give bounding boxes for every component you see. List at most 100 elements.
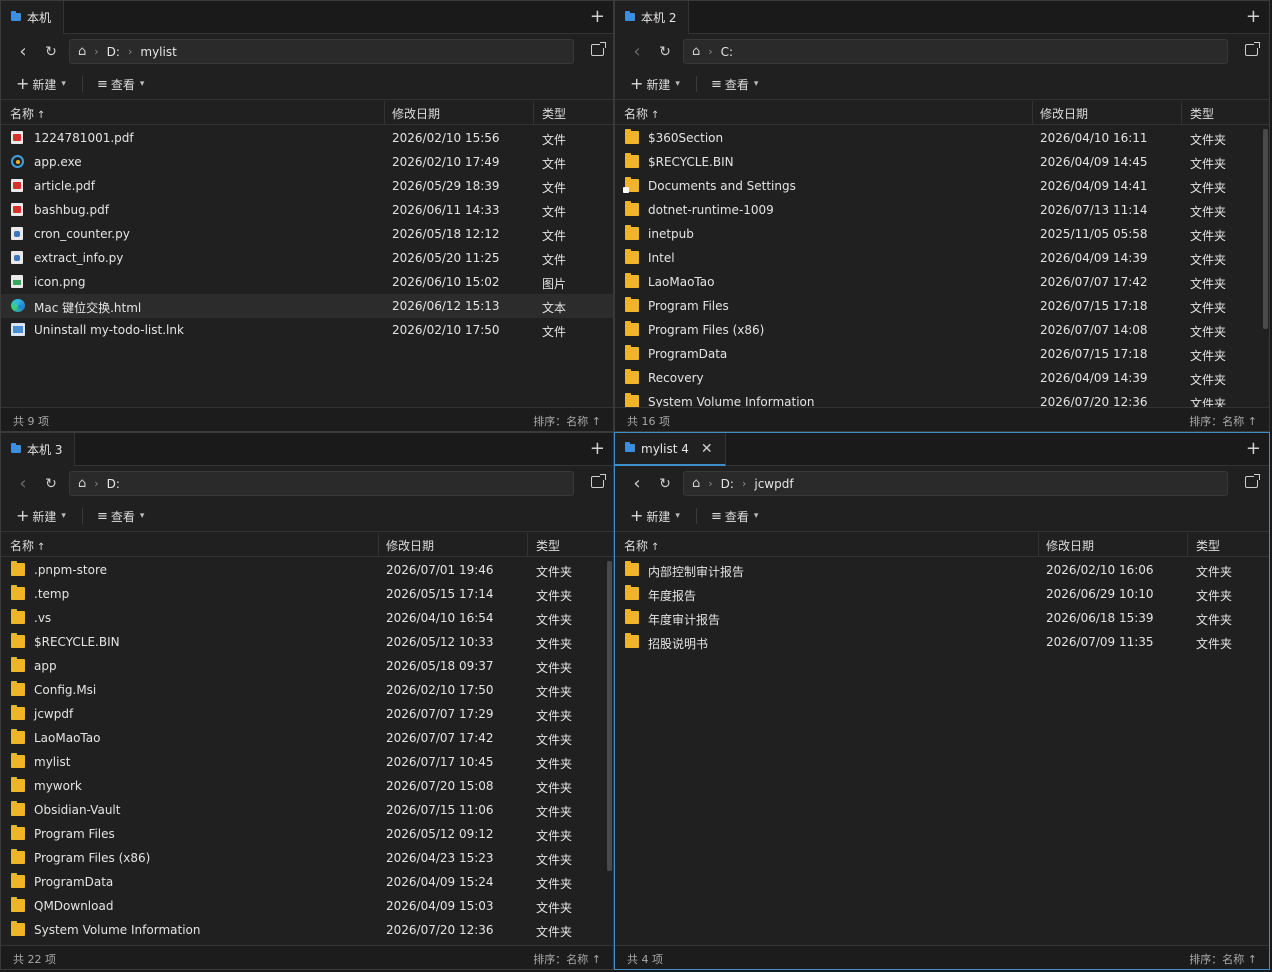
file-row[interactable]: icon.png 2026/06/10 15:02 图片 xyxy=(1,270,613,294)
column-divider[interactable] xyxy=(384,101,385,125)
scrollbar[interactable] xyxy=(1263,129,1268,329)
back-icon[interactable]: ‹ xyxy=(623,473,651,494)
file-row[interactable]: .temp 2026/05/15 17:14 文件夹 xyxy=(1,582,613,606)
file-row[interactable]: app.exe 2026/02/10 17:49 文件 xyxy=(1,150,613,174)
file-row[interactable]: 内部控制审计报告 2026/02/10 16:06 文件夹 xyxy=(615,558,1269,582)
file-row[interactable]: app 2026/05/18 09:37 文件夹 xyxy=(1,654,613,678)
column-divider[interactable] xyxy=(527,533,528,557)
refresh-icon[interactable]: ↻ xyxy=(651,476,679,492)
breadcrumb-segment[interactable]: C: xyxy=(721,45,733,59)
column-divider[interactable] xyxy=(1187,533,1188,557)
tab[interactable]: 本机 2 xyxy=(615,1,690,34)
column-divider[interactable] xyxy=(378,533,379,557)
home-icon[interactable]: ⌂ xyxy=(692,476,700,491)
file-row[interactable]: mywork 2026/07/20 15:08 文件夹 xyxy=(1,774,613,798)
address-bar[interactable]: ⌂ › D: › mylist xyxy=(69,39,574,64)
breadcrumb-segment[interactable]: D: xyxy=(107,45,120,59)
tab[interactable]: mylist 4 ✕ xyxy=(615,433,726,466)
address-bar[interactable]: ⌂ › C: xyxy=(683,39,1228,64)
column-divider[interactable] xyxy=(1032,101,1033,125)
file-row[interactable]: System Volume Information 2026/07/20 12:3… xyxy=(1,918,613,942)
new-tab-icon[interactable]: + xyxy=(590,7,605,27)
new-tab-icon[interactable]: + xyxy=(1246,439,1261,459)
back-icon[interactable]: ‹ xyxy=(623,41,651,62)
new-button[interactable]: + 新建 ▾ xyxy=(16,76,66,93)
new-tab-icon[interactable]: + xyxy=(1246,7,1261,27)
col-date-header[interactable]: 修改日期 xyxy=(1046,537,1094,554)
view-button[interactable]: ≡ 查看 ▾ xyxy=(97,76,144,93)
file-row[interactable]: .pnpm-store 2026/07/01 19:46 文件夹 xyxy=(1,558,613,582)
view-button[interactable]: ≡ 查看 ▾ xyxy=(97,508,144,525)
home-icon[interactable]: ⌂ xyxy=(78,44,86,59)
new-tab-icon[interactable]: + xyxy=(590,439,605,459)
tab[interactable]: 本机 xyxy=(1,1,65,34)
file-row[interactable]: System Volume Information 2026/07/20 12:3… xyxy=(615,390,1269,407)
file-row[interactable]: .vs 2026/04/10 16:54 文件夹 xyxy=(1,606,613,630)
file-row[interactable]: ProgramData 2026/04/09 15:24 文件夹 xyxy=(1,870,613,894)
col-date-header[interactable]: 修改日期 xyxy=(386,537,434,554)
file-row[interactable]: $RECYCLE.BIN 2026/04/09 14:45 文件夹 xyxy=(615,150,1269,174)
tab[interactable]: 本机 3 xyxy=(1,433,76,466)
sort-indicator[interactable]: 排序：名称 ↑ xyxy=(533,951,601,967)
new-button[interactable]: + 新建 ▾ xyxy=(630,508,680,525)
file-row[interactable]: Documents and Settings 2026/04/09 14:41 文件… xyxy=(615,174,1269,198)
breadcrumb-segment[interactable]: D: xyxy=(107,477,120,491)
breadcrumb-segment[interactable]: jcwpdf xyxy=(754,477,793,491)
breadcrumb-segment[interactable]: mylist xyxy=(140,45,176,59)
file-row[interactable]: cron_counter.py 2026/05/18 12:12 文件 xyxy=(1,222,613,246)
col-type-header[interactable]: 类型 xyxy=(536,537,560,554)
refresh-icon[interactable]: ↻ xyxy=(651,44,679,60)
col-date-header[interactable]: 修改日期 xyxy=(1040,105,1088,122)
col-type-header[interactable]: 类型 xyxy=(1196,537,1220,554)
open-external-icon[interactable] xyxy=(591,42,606,56)
column-divider[interactable] xyxy=(1038,533,1039,557)
breadcrumb-segment[interactable]: D: xyxy=(721,477,734,491)
refresh-icon[interactable]: ↻ xyxy=(37,476,65,492)
file-row[interactable]: Program Files 2026/07/15 17:18 文件夹 xyxy=(615,294,1269,318)
open-external-icon[interactable] xyxy=(1245,42,1260,56)
open-external-icon[interactable] xyxy=(591,474,606,488)
file-row[interactable]: Config.Msi 2026/02/10 17:50 文件夹 xyxy=(1,678,613,702)
file-row[interactable]: Intel 2026/04/09 14:39 文件夹 xyxy=(615,246,1269,270)
col-name-header[interactable]: 名称 ↑ xyxy=(10,537,45,554)
file-row[interactable]: LaoMaoTao 2026/07/07 17:42 文件夹 xyxy=(615,270,1269,294)
file-row[interactable]: 年度审计报告 2026/06/18 15:39 文件夹 xyxy=(615,606,1269,630)
file-row[interactable]: article.pdf 2026/05/29 18:39 文件 xyxy=(1,174,613,198)
file-row[interactable]: 招股说明书 2026/07/09 11:35 文件夹 xyxy=(615,630,1269,654)
col-type-header[interactable]: 类型 xyxy=(542,105,566,122)
file-row[interactable]: Obsidian-Vault 2026/07/15 11:06 文件夹 xyxy=(1,798,613,822)
file-row[interactable]: Program Files (x86) 2026/04/23 15:23 文件夹 xyxy=(1,846,613,870)
view-button[interactable]: ≡ 查看 ▾ xyxy=(711,76,758,93)
column-divider[interactable] xyxy=(533,101,534,125)
col-type-header[interactable]: 类型 xyxy=(1190,105,1214,122)
home-icon[interactable]: ⌂ xyxy=(78,476,86,491)
file-row[interactable]: dotnet-runtime-1009 2026/07/13 11:14 文件夹 xyxy=(615,198,1269,222)
address-bar[interactable]: ⌂ › D: xyxy=(69,471,574,496)
sort-indicator[interactable]: 排序：名称 ↑ xyxy=(1189,951,1257,967)
col-name-header[interactable]: 名称 ↑ xyxy=(624,105,659,122)
view-button[interactable]: ≡ 查看 ▾ xyxy=(711,508,758,525)
new-button[interactable]: + 新建 ▾ xyxy=(630,76,680,93)
address-bar[interactable]: ⌂ › D: › jcwpdf xyxy=(683,471,1228,496)
file-row[interactable]: Program Files (x86) 2026/07/07 14:08 文件夹 xyxy=(615,318,1269,342)
back-icon[interactable]: ‹ xyxy=(9,41,37,62)
file-row[interactable]: inetpub 2025/11/05 05:58 文件夹 xyxy=(615,222,1269,246)
back-icon[interactable]: ‹ xyxy=(9,473,37,494)
col-date-header[interactable]: 修改日期 xyxy=(392,105,440,122)
file-row[interactable]: Program Files 2026/05/12 09:12 文件夹 xyxy=(1,822,613,846)
file-row[interactable]: QMDownload 2026/04/09 15:03 文件夹 xyxy=(1,894,613,918)
col-name-header[interactable]: 名称 ↑ xyxy=(10,105,45,122)
file-row[interactable]: ProgramData 2026/07/15 17:18 文件夹 xyxy=(615,342,1269,366)
new-button[interactable]: + 新建 ▾ xyxy=(16,508,66,525)
file-row[interactable]: Uninstall my-todo-list.lnk 2026/02/10 17:… xyxy=(1,318,613,342)
file-row[interactable]: mylist 2026/07/17 10:45 文件夹 xyxy=(1,750,613,774)
open-external-icon[interactable] xyxy=(1245,474,1260,488)
column-divider[interactable] xyxy=(1181,101,1182,125)
sort-indicator[interactable]: 排序：名称 ↑ xyxy=(1189,413,1257,429)
sort-indicator[interactable]: 排序：名称 ↑ xyxy=(533,413,601,429)
file-row[interactable]: 1224781001.pdf 2026/02/10 15:56 文件 xyxy=(1,126,613,150)
file-row[interactable]: Recovery 2026/04/09 14:39 文件夹 xyxy=(615,366,1269,390)
col-name-header[interactable]: 名称 ↑ xyxy=(624,537,659,554)
file-row[interactable]: LaoMaoTao 2026/07/07 17:42 文件夹 xyxy=(1,726,613,750)
scrollbar[interactable] xyxy=(607,561,612,871)
